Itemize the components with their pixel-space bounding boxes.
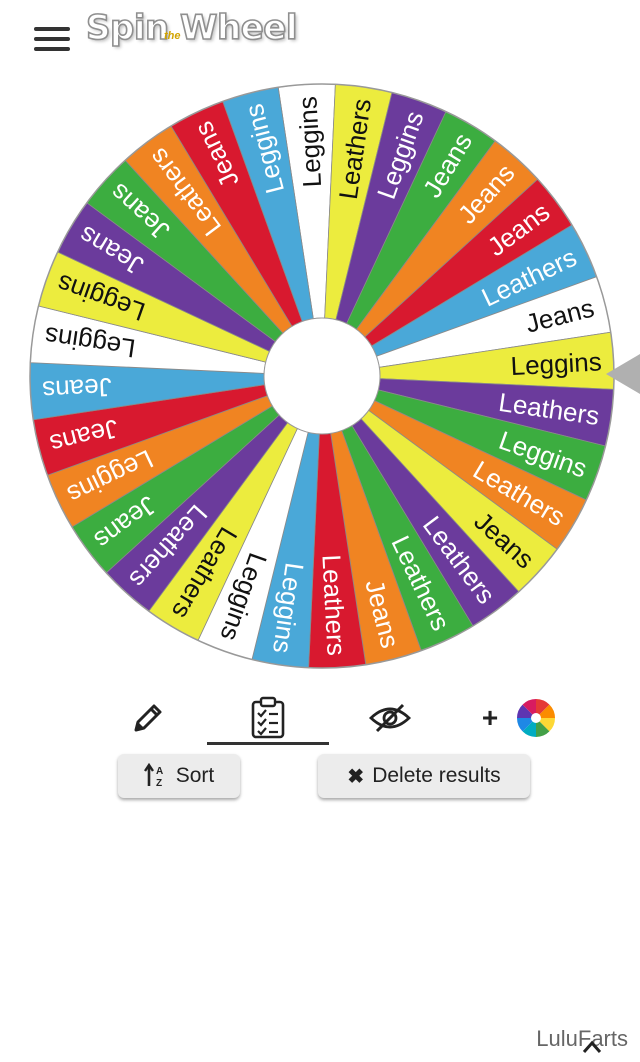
delete-results-label: Delete results — [372, 764, 501, 787]
results-tab[interactable] — [238, 690, 298, 746]
color-wheel-icon — [517, 699, 555, 737]
wheel-segment-label: Jeans — [42, 372, 113, 406]
wheel-center[interactable] — [263, 317, 381, 435]
eye-slash-icon — [368, 703, 412, 733]
color-picker-button[interactable] — [512, 690, 560, 746]
wheel-segment-label: Leggins — [510, 346, 603, 381]
sort-az-icon: A Z — [143, 763, 163, 789]
active-tab-indicator — [207, 742, 329, 745]
wheel-pointer-icon — [606, 354, 640, 394]
wheel-segment-label: Leathers — [316, 554, 351, 657]
sort-label: Sort — [175, 764, 215, 787]
logo-small-text: the — [164, 30, 181, 42]
add-button[interactable]: + — [476, 690, 504, 746]
hamburger-menu-icon[interactable] — [34, 24, 70, 54]
wheel-graphic[interactable]: Leggins LeathersLegginsJeansJeansJeansLea… — [22, 76, 622, 676]
svg-text:A: A — [156, 766, 163, 777]
pencil-icon — [134, 704, 162, 732]
spin-wheel[interactable]: Leggins Leathers Leggins Jeans Jeans Jeans Lea… — [22, 76, 622, 676]
delete-results-button[interactable]: ✖ Delete results — [318, 754, 530, 798]
hide-tab[interactable] — [362, 690, 418, 746]
edit-tab[interactable] — [120, 690, 176, 746]
clipboard-list-icon — [251, 696, 285, 739]
logo-text: Spin Wheel — [85, 7, 298, 49]
svg-text:Z: Z — [156, 778, 162, 789]
sort-button[interactable]: A Z Sort — [118, 754, 240, 798]
color-wheel-center — [531, 713, 541, 723]
app-logo: Spin Wheel the — [85, 7, 316, 56]
close-x-icon: ✖ — [347, 765, 365, 788]
toolbar: + — [86, 690, 574, 746]
wheel-segment-label: Leggins — [292, 96, 327, 189]
chevron-up-icon[interactable] — [582, 1040, 602, 1054]
app-page: Spin Wheel the Leggins Leathers Leggins Jea… — [0, 0, 640, 1062]
